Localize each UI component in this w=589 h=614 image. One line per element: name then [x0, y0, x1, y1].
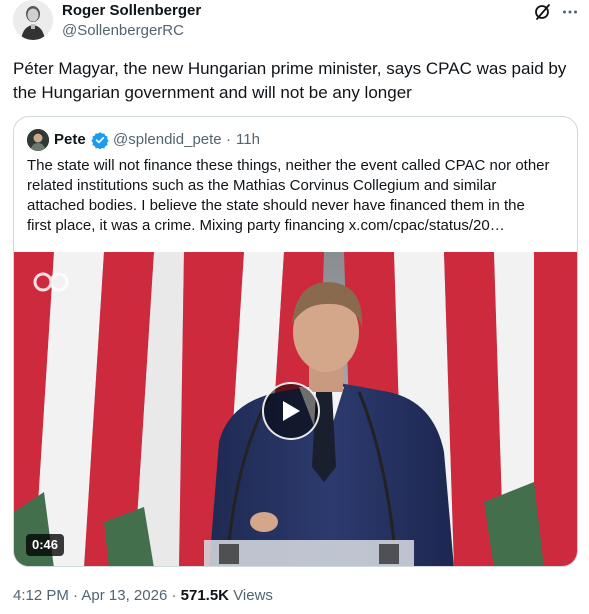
author-name[interactable]: Roger Sollenberger — [62, 2, 201, 19]
tweet-text: Péter Magyar, the new Hungarian prime mi… — [13, 57, 579, 105]
separator-dot: · — [73, 587, 79, 604]
quote-text-line: attached bodies. I believe the state sho… — [27, 197, 525, 214]
post-time[interactable]: 4:12 PM — [13, 587, 69, 604]
quote-avatar[interactable] — [27, 129, 49, 151]
separator-dot: · — [171, 587, 177, 604]
grok-icon[interactable] — [533, 2, 553, 22]
play-icon — [283, 401, 300, 421]
quote-text-line: The state will not finance these things,… — [27, 157, 550, 174]
quote-author-name[interactable]: Pete — [54, 131, 86, 148]
post-date[interactable]: Apr 13, 2026 — [81, 587, 167, 604]
quote-timestamp[interactable]: 11h — [236, 131, 260, 148]
quote-text-last: first place, it was a crime. Mixing part… — [27, 217, 349, 234]
quote-text-line: related institutions such as the Mathias… — [27, 177, 497, 194]
separator-dot: · — [226, 131, 231, 148]
tweet-meta: 4:12 PM · Apr 13, 2026 · 571.5K Views — [13, 587, 273, 604]
views-label: Views — [233, 587, 273, 604]
author-handle[interactable]: @SollenbergerRC — [62, 22, 184, 39]
tweet: Roger Sollenberger @SollenbergerRC Péter… — [0, 0, 589, 614]
quote-author-handle[interactable]: @splendid_pete — [113, 131, 222, 148]
video-duration: 0:46 — [26, 534, 65, 556]
play-button[interactable] — [262, 382, 320, 440]
tweet-text-line: Péter Magyar, the new Hungarian prime mi… — [13, 59, 567, 78]
views-count: 571.5K — [180, 587, 230, 604]
lectern — [204, 540, 414, 566]
quoted-tweet[interactable]: Pete @splendid_pete · 11h The state will… — [13, 116, 578, 567]
video-player[interactable]: 0:46 — [14, 252, 577, 566]
quote-text-line: first place, it was a crime. Mixing part… — [27, 216, 567, 236]
more-icon[interactable] — [560, 2, 580, 22]
avatar[interactable] — [13, 0, 53, 40]
tweet-text-line: the Hungarian government and will not be… — [13, 83, 412, 102]
quote-link[interactable]: x.com/cpac/status/20… — [349, 217, 505, 234]
verified-badge-icon — [91, 131, 109, 150]
quote-text: The state will not finance these things,… — [27, 156, 567, 236]
